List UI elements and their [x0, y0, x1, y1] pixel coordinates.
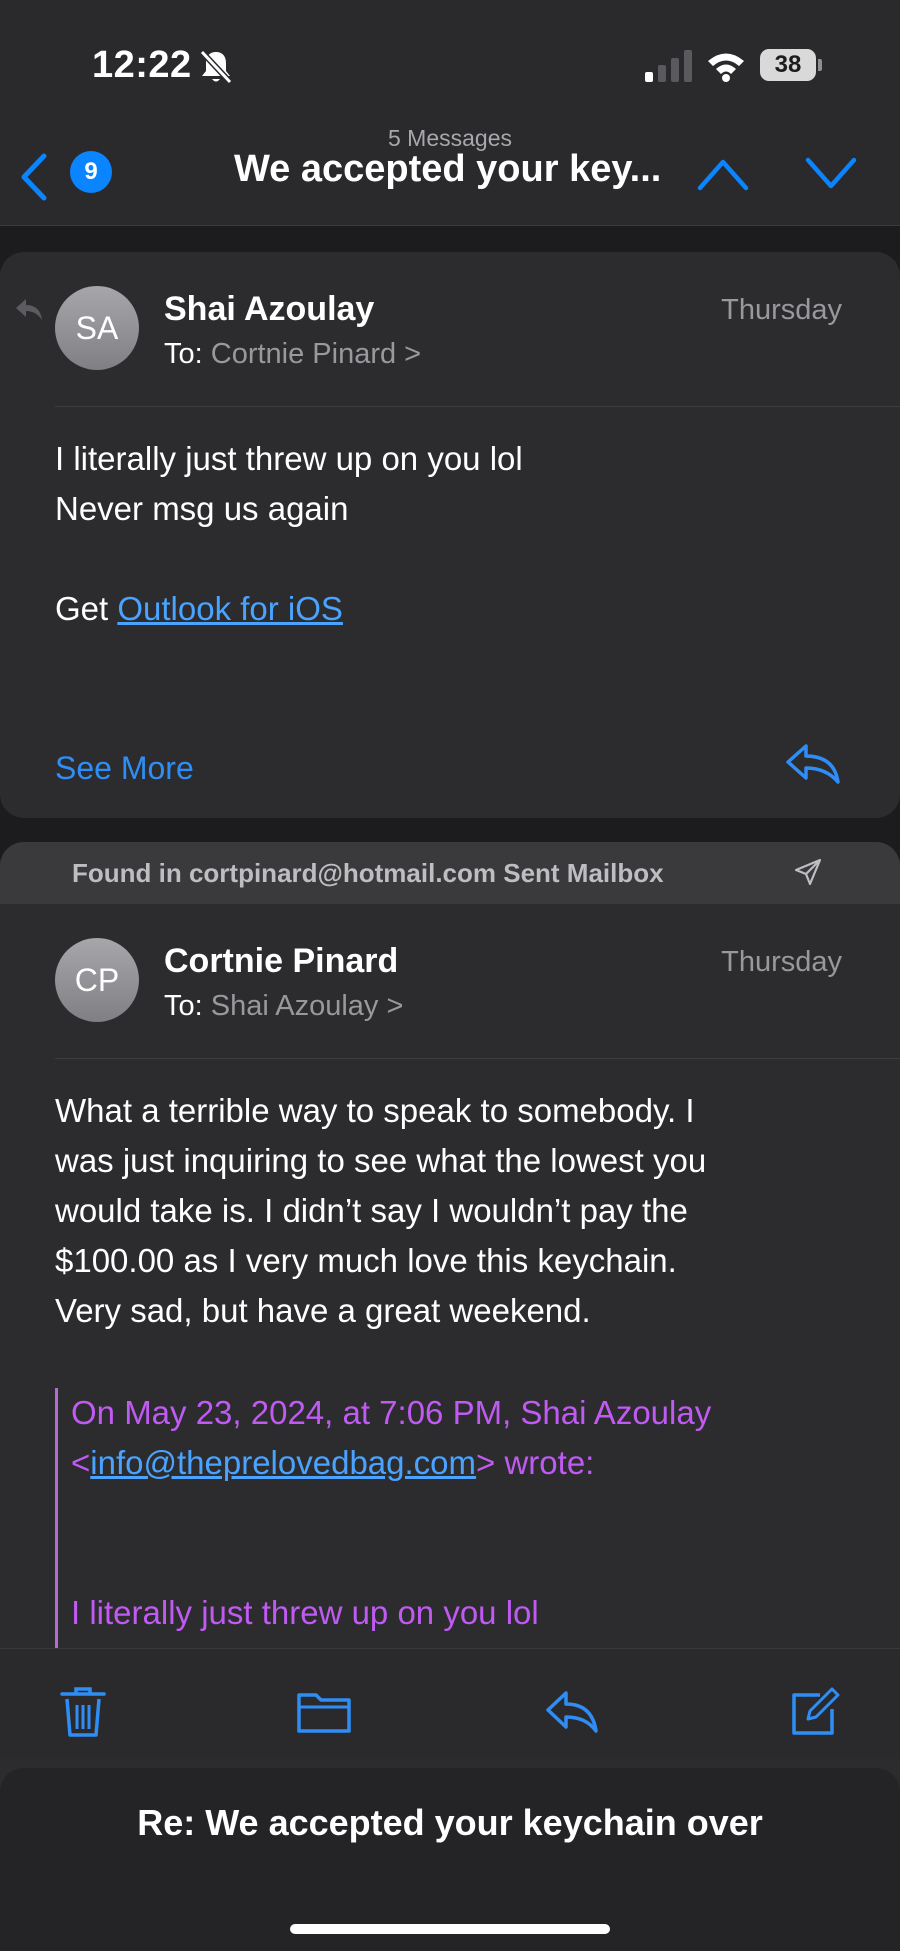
- message-date: Thursday: [721, 946, 842, 978]
- signature-line: Get Outlook for iOS: [55, 584, 855, 634]
- paper-plane-icon: [794, 858, 822, 886]
- body-line: was just inquiring to see what the lowes…: [55, 1142, 707, 1179]
- draft-title[interactable]: Re: We accepted your keychain over: [0, 1802, 900, 1844]
- quote-lt: <: [71, 1444, 91, 1481]
- battery-level: 38: [760, 49, 816, 81]
- to-label: To:: [164, 338, 203, 370]
- compose-icon[interactable]: [790, 1685, 840, 1739]
- unread-count-badge[interactable]: 9: [70, 151, 112, 193]
- bell-slash-icon: [199, 49, 233, 85]
- next-message-chevron-down-icon[interactable]: [804, 156, 858, 192]
- avatar: SA: [55, 286, 139, 370]
- message-date: Thursday: [721, 294, 842, 326]
- trash-icon[interactable]: [58, 1685, 108, 1739]
- recipient-name[interactable]: Shai Azoulay >: [211, 990, 404, 1022]
- sender-name[interactable]: Shai Azoulay: [164, 290, 374, 329]
- header-divider: [55, 406, 900, 407]
- reply-icon[interactable]: [784, 740, 842, 788]
- body-line: $100.00 as I very much love this keychai…: [55, 1242, 677, 1279]
- sender-name[interactable]: Cortnie Pinard: [164, 942, 398, 981]
- outlook-link[interactable]: Outlook for iOS: [117, 590, 343, 627]
- see-more-button[interactable]: See More: [55, 750, 194, 787]
- cellular-signal-icon: [645, 50, 692, 82]
- body-line: I literally just threw up on you lol: [55, 440, 523, 477]
- message-body: I literally just threw up on you lol Nev…: [55, 434, 855, 634]
- bottom-toolbar: [0, 1648, 900, 1759]
- quote-email-link[interactable]: info@theprelovedbag.com: [90, 1444, 476, 1481]
- replied-indicator-icon: [16, 299, 42, 320]
- home-indicator[interactable]: [290, 1924, 610, 1934]
- recipient-line[interactable]: To: Cortnie Pinard >: [164, 338, 421, 371]
- battery-tip: [818, 59, 822, 71]
- recipient-line[interactable]: To: Shai Azoulay >: [164, 990, 403, 1023]
- to-label: To:: [164, 990, 203, 1022]
- quote-wrote: > wrote:: [476, 1444, 595, 1481]
- body-line: What a terrible way to speak to somebody…: [55, 1092, 695, 1129]
- folder-icon[interactable]: [296, 1685, 352, 1739]
- message-body: What a terrible way to speak to somebody…: [55, 1086, 855, 1336]
- found-in-text: Found in cortpinard@hotmail.com Sent Mai…: [72, 858, 664, 888]
- thread-title: We accepted your key...: [234, 148, 662, 190]
- avatar: CP: [55, 938, 139, 1022]
- quote-body-line: I literally just threw up on you lol: [71, 1594, 539, 1631]
- body-line: would take is. I didn’t say I wouldn’t p…: [55, 1192, 688, 1229]
- header-divider: [55, 1058, 900, 1059]
- body-line: Never msg us again: [55, 490, 349, 527]
- body-line: Very sad, but have a great weekend.: [55, 1292, 591, 1329]
- found-in-banner: Found in cortpinard@hotmail.com Sent Mai…: [0, 842, 900, 904]
- previous-message-chevron-up-icon[interactable]: [696, 156, 750, 192]
- status-time: 12:22: [92, 44, 192, 86]
- back-chevron-icon[interactable]: [18, 152, 50, 202]
- message-card[interactable]: SA Shai Azoulay Thursday To: Cortnie Pin…: [0, 252, 900, 818]
- battery-indicator: 38: [760, 49, 822, 83]
- wifi-icon: [708, 53, 744, 82]
- quote-header: On May 23, 2024, at 7:06 PM, Shai Azoula…: [71, 1394, 712, 1431]
- recipient-name[interactable]: Cortnie Pinard >: [211, 338, 421, 370]
- signature-prefix: Get: [55, 590, 118, 627]
- reply-icon[interactable]: [544, 1685, 600, 1739]
- quote-sender-line: <info@theprelovedbag.com> wrote:: [71, 1438, 871, 1488]
